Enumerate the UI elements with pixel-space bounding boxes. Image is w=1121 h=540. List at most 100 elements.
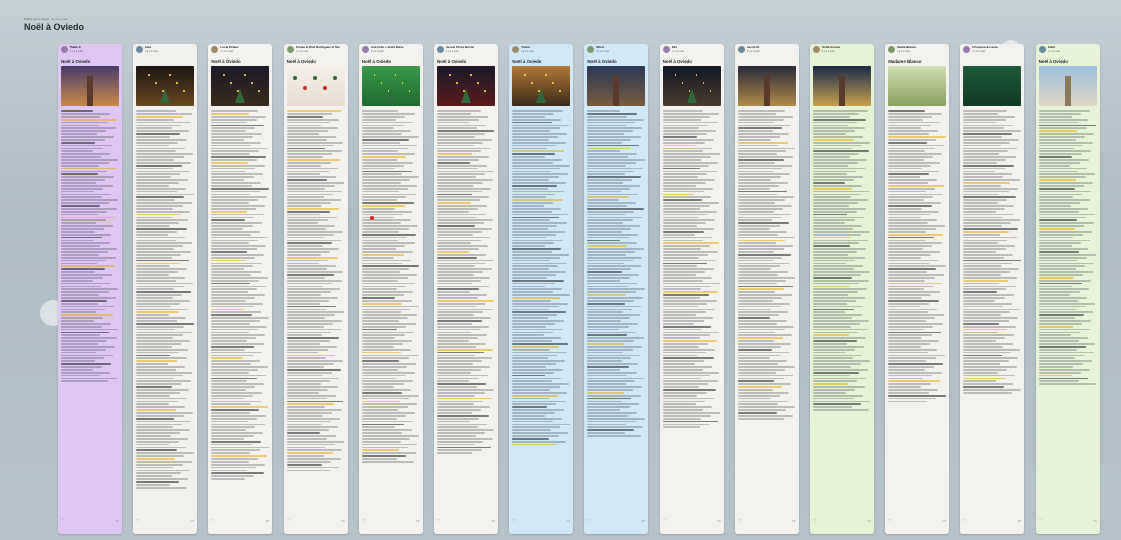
comment-icon[interactable]: ▭	[190, 518, 194, 523]
text-line	[813, 179, 855, 181]
heart-icon[interactable]: ♡	[211, 518, 215, 523]
heart-icon[interactable]: ♡	[512, 518, 516, 523]
text-line	[737, 291, 775, 293]
text-line	[211, 426, 256, 429]
column-3[interactable]: Lucía Peláez Il y a 1 mois Noël à Oviedo ♡ ▭	[208, 44, 273, 534]
text-line	[888, 251, 940, 253]
comment-icon[interactable]: ▭	[867, 518, 871, 523]
heart-icon[interactable]: ♡	[663, 518, 667, 523]
column-13[interactable]: Filomena & Laura Il y a 1 mois ♡ ▭	[960, 44, 1025, 534]
column-8[interactable]: Mario Il y a 1 mois Noël à Oviedo ♡ ▭	[584, 44, 649, 534]
text-line	[136, 144, 169, 147]
post-image[interactable]	[587, 66, 646, 106]
avatar[interactable]	[813, 46, 820, 53]
text-line	[512, 138, 549, 141]
column-10[interactable]: Jacob M. Il y a 1 mois ♡ ▭	[734, 44, 799, 534]
reaction-row: ♡ ▭	[136, 518, 194, 523]
avatar[interactable]	[437, 46, 444, 53]
text-line	[737, 222, 789, 224]
column-2[interactable]: Inés Il y a 1 mois ♡ ▭	[133, 44, 198, 534]
avatar[interactable]	[286, 46, 294, 53]
avatar[interactable]	[136, 46, 144, 53]
post-image[interactable]	[512, 66, 571, 106]
post-image[interactable]	[61, 66, 119, 106]
avatar[interactable]	[587, 46, 595, 53]
heart-icon[interactable]: ♡	[888, 518, 892, 523]
column-5[interactable]: Ana Félix + Sofía Nieve Il y a 1 mois Noël…	[358, 44, 423, 534]
post-image[interactable]	[888, 66, 947, 106]
text-line	[587, 159, 645, 161]
comment-icon[interactable]: ▭	[566, 518, 570, 523]
comment-icon[interactable]: ▭	[266, 518, 270, 523]
post-image[interactable]	[136, 66, 195, 106]
post-image[interactable]	[361, 66, 420, 106]
post-image[interactable]	[737, 66, 796, 106]
avatar[interactable]	[361, 46, 369, 53]
avatar[interactable]	[211, 46, 219, 53]
comment-icon[interactable]: ▭	[491, 518, 495, 523]
comment-icon[interactable]: ▭	[717, 518, 721, 523]
text-line	[963, 130, 1021, 132]
post-image[interactable]	[813, 66, 871, 106]
text-line	[136, 265, 171, 268]
post-image[interactable]	[1038, 66, 1097, 106]
column-4[interactable]: Tomás & Ruiz Rodriguez et Ste Il y a 1 mo…	[283, 44, 348, 534]
text-line	[888, 202, 941, 204]
comment-icon[interactable]: ▭	[1093, 518, 1097, 523]
heart-icon[interactable]: ♡	[587, 518, 591, 523]
text-line	[963, 325, 1017, 328]
comment-icon[interactable]: ▭	[642, 518, 646, 523]
avatar[interactable]	[1038, 46, 1046, 53]
avatar[interactable]	[512, 46, 520, 53]
text-line	[1038, 176, 1086, 178]
heart-icon[interactable]: ♡	[61, 518, 65, 523]
comment-icon[interactable]: ▭	[1018, 518, 1022, 523]
text-line	[286, 294, 322, 296]
text-line	[61, 219, 106, 222]
post-image[interactable]	[286, 66, 345, 106]
column-14[interactable]: Sofía Il y a 1 mois Noël à Oviedo ♡ ▭	[1035, 44, 1100, 534]
heart-icon[interactable]: ♡	[437, 518, 441, 523]
heart-icon[interactable]: ♡	[963, 518, 967, 523]
text-line	[437, 113, 472, 115]
text-line	[286, 414, 324, 417]
column-7[interactable]: Yoana Il y a 1 mois Noël à Oviedo ♡ ▭	[509, 44, 574, 534]
heart-icon[interactable]: ♡	[1039, 518, 1043, 523]
column-9[interactable]: Elia Il y a 1 mois Noël à Oviedo ♡ ▭	[659, 44, 724, 534]
comment-icon[interactable]: ▭	[341, 518, 345, 523]
comment-icon[interactable]: ▭	[792, 518, 796, 523]
avatar[interactable]	[963, 46, 971, 53]
post-image[interactable]	[437, 66, 495, 106]
column-6[interactable]: Jessel Pérez Bernat Il y a 1 mois Noël à O…	[434, 44, 498, 534]
text-line	[286, 274, 335, 276]
text-line	[587, 161, 636, 164]
post-text	[359, 106, 423, 464]
text-line	[136, 113, 193, 115]
column-11[interactable]: Sofía Arenas Il y a 1 mois ♡ ▭	[810, 44, 874, 534]
heart-icon[interactable]: ♡	[362, 518, 366, 523]
text-line	[286, 110, 342, 112]
column-12[interactable]: Nadia Blanco Il y a 1 mois Madame Blanco ♡ ▭	[885, 44, 950, 534]
post-image[interactable]	[211, 66, 270, 106]
comment-icon[interactable]: ▭	[942, 518, 946, 523]
heart-icon[interactable]: ♡	[738, 518, 742, 523]
post-image[interactable]	[963, 66, 1022, 106]
heart-icon[interactable]: ♡	[813, 518, 817, 523]
column-1[interactable]: Pablo F. Il y a 1 mois Noël à Oviedo ♡ ▭	[58, 44, 122, 534]
avatar[interactable]	[61, 46, 68, 53]
text-line	[286, 253, 321, 256]
text-line	[61, 366, 103, 368]
text-line	[437, 121, 470, 124]
avatar[interactable]	[888, 46, 896, 53]
text-line	[61, 368, 93, 371]
heart-icon[interactable]: ♡	[287, 518, 291, 523]
comment-icon[interactable]: ▭	[416, 518, 420, 523]
text-line	[136, 463, 183, 466]
avatar[interactable]	[662, 46, 670, 53]
post-image[interactable]	[662, 66, 721, 106]
text-line	[888, 380, 940, 383]
heart-icon[interactable]: ♡	[136, 518, 140, 523]
avatar[interactable]	[737, 46, 745, 53]
author-block: Nadia Blanco Il y a 1 mois	[897, 46, 916, 53]
comment-icon[interactable]: ▭	[115, 518, 119, 523]
